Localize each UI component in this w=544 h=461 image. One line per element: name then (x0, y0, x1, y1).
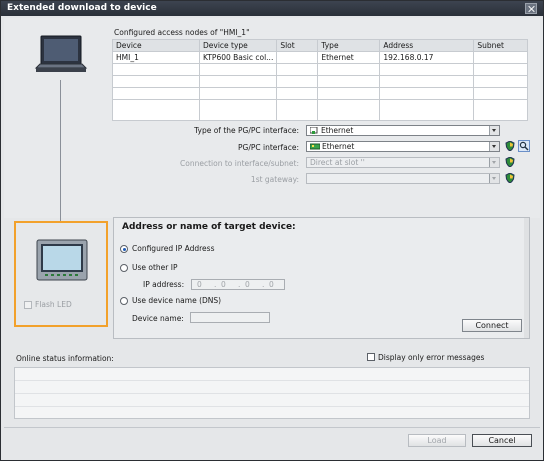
device-name-dns-label[interactable]: Use device name (DNS) (132, 296, 221, 305)
chevron-down-icon (489, 174, 499, 183)
device-name-label: Device name: (132, 314, 184, 323)
device-name-dns-radio[interactable] (120, 297, 128, 305)
chevron-down-icon[interactable] (489, 126, 499, 135)
connect-button[interactable]: Connect (462, 319, 522, 332)
pgpc-type-value: Ethernet (321, 126, 354, 135)
hmi-panel-icon (36, 239, 88, 281)
ip-dot: . (214, 280, 217, 289)
pgpc-interface-select[interactable]: Ethernet (306, 141, 500, 152)
ip-address-field: 0 . 0 . 0 . 0 (191, 279, 285, 290)
device-name-field (190, 312, 270, 323)
connection-select: Direct at slot '' (306, 157, 500, 168)
cell-subnet (473, 51, 528, 64)
chevron-down-icon[interactable] (489, 142, 499, 151)
table-row[interactable] (112, 63, 528, 76)
target-address-heading: Address or name of target device: (122, 222, 296, 232)
col-device[interactable]: Device (112, 39, 200, 52)
laptop-icon (34, 34, 88, 80)
target-address-panel: Address or name of target device: Config… (113, 217, 530, 339)
dialog-title: Extended download to device (7, 3, 157, 13)
cell-slot (276, 51, 319, 64)
close-icon[interactable] (525, 3, 537, 14)
col-address[interactable]: Address (379, 39, 475, 52)
col-slot[interactable]: Slot (276, 39, 319, 52)
col-subnet[interactable]: Subnet (473, 39, 528, 52)
flash-led-label: Flash LED (35, 300, 72, 309)
load-button[interactable]: Load (408, 434, 466, 447)
error-only-checkbox[interactable] (367, 353, 375, 361)
cell-type: Ethernet (317, 51, 381, 64)
network-card-icon (309, 143, 321, 150)
panel-scrollbar[interactable] (524, 218, 529, 338)
configured-ip-radio[interactable] (120, 245, 128, 253)
online-status-label: Online status information: (16, 354, 114, 363)
shield-icon (505, 173, 515, 183)
configured-ip-label[interactable]: Configured IP Address (132, 244, 214, 253)
shield-icon (505, 157, 515, 167)
other-ip-radio[interactable] (120, 264, 128, 272)
ip-dot: . (262, 280, 265, 289)
ip-octet-2: 0 (221, 280, 226, 289)
footer-divider (4, 427, 540, 428)
col-type[interactable]: Type (317, 39, 381, 52)
chevron-down-icon (489, 158, 499, 167)
cell-address: 192.168.0.17 (379, 51, 475, 64)
search-icon[interactable] (518, 140, 530, 152)
ip-dot: . (238, 280, 241, 289)
pgpc-interface-value: Ethernet (322, 142, 355, 151)
connection-value: Direct at slot '' (310, 158, 365, 167)
list-item (15, 381, 529, 394)
gateway-select (306, 173, 500, 184)
download-dialog: Extended download to device Configured a… (0, 0, 544, 461)
list-item (15, 394, 529, 407)
table-row[interactable] (112, 87, 528, 100)
pgpc-type-label: Type of the PG/PC interface: (194, 126, 299, 135)
target-device-box: Flash LED (14, 221, 108, 327)
gateway-label: 1st gateway: (250, 175, 299, 184)
shield-icon[interactable] (505, 141, 515, 151)
flash-led-checkbox (24, 301, 32, 309)
connection-label: Connection to interface/subnet: (180, 159, 299, 168)
ip-octet-3: 0 (245, 280, 250, 289)
table-row[interactable] (112, 99, 528, 121)
cell-device-type: KTP600 Basic col... (198, 51, 278, 64)
ip-octet-4: 0 (269, 280, 274, 289)
title-bar: Extended download to device (1, 1, 543, 16)
list-item (15, 368, 529, 381)
pgpc-interface-label: PG/PC interface: (238, 143, 299, 152)
ethernet-icon (309, 126, 319, 134)
ip-octet-1: 0 (197, 280, 202, 289)
cell-device: HMI_1 (112, 51, 200, 64)
error-only-label[interactable]: Display only error messages (378, 353, 484, 362)
access-nodes-table: Device Device type Slot Type Address Sub… (112, 39, 528, 121)
other-ip-label[interactable]: Use other IP (132, 263, 178, 272)
pgpc-type-select[interactable]: Ethernet (306, 125, 500, 136)
table-row[interactable] (112, 75, 528, 88)
connection-line (60, 80, 61, 230)
cancel-button[interactable]: Cancel (472, 434, 532, 447)
status-list[interactable] (14, 367, 530, 419)
ip-address-label: IP address: (143, 280, 185, 289)
table-row[interactable]: HMI_1 KTP600 Basic col... Ethernet 192.1… (112, 51, 528, 64)
col-device-type[interactable]: Device type (198, 39, 278, 52)
access-nodes-caption: Configured access nodes of "HMI_1" (114, 28, 250, 37)
table-header-row: Device Device type Slot Type Address Sub… (112, 39, 528, 52)
